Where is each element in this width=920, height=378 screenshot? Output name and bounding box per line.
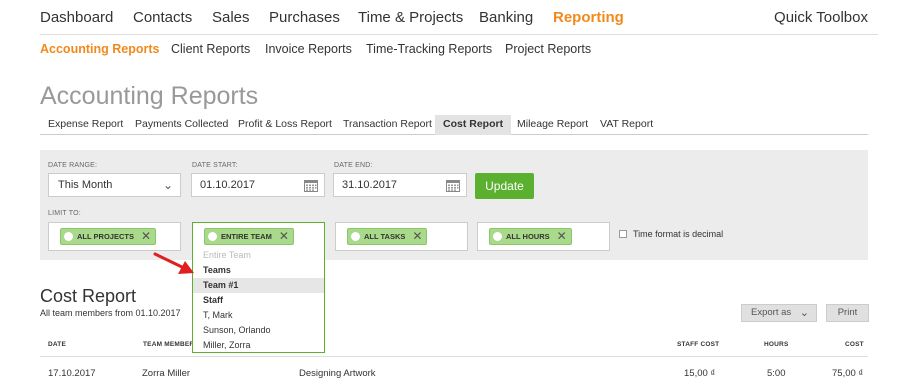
col-staff-cost: STAFF COST — [677, 341, 720, 348]
tag-dot-icon — [208, 232, 217, 241]
subnav-project-reports[interactable]: Project Reports — [505, 42, 591, 56]
subnav-accounting-reports[interactable]: Accounting Reports — [40, 42, 159, 56]
cell-date: 17.10.2017 — [48, 368, 96, 378]
col-hours: HOURS — [764, 341, 789, 348]
report-tabs: Expense Report Payments Collected Profit… — [40, 115, 868, 135]
tag-dot-icon — [351, 232, 360, 241]
tasks-filter[interactable]: ALL TASKS ✕ — [335, 222, 468, 251]
projects-tag: ALL PROJECTS ✕ — [60, 228, 157, 245]
nav-dashboard[interactable]: Dashboard — [40, 9, 113, 26]
dropdown-placeholder[interactable]: Entire Team — [193, 248, 324, 263]
report-title: Cost Report — [40, 286, 137, 306]
export-label: Export as — [751, 307, 792, 318]
tasks-tag: ALL TASKS ✕ — [347, 228, 428, 245]
print-button[interactable]: Print — [826, 304, 869, 322]
decimal-format-label: Time format is decimal — [633, 229, 724, 239]
tab-mileage-report[interactable]: Mileage Report — [509, 115, 596, 135]
report-subtitle: All team members from 01.10.2017 — [40, 308, 181, 318]
dropdown-option-staff[interactable]: Sunson, Orlando — [193, 323, 324, 338]
nav-reporting[interactable]: Reporting — [553, 9, 624, 26]
hours-tag-label: ALL HOURS — [506, 232, 550, 241]
tab-expense-report[interactable]: Expense Report — [40, 115, 131, 135]
nav-contacts[interactable]: Contacts — [133, 9, 192, 26]
col-date: DATE — [48, 341, 67, 348]
subnav-client-reports[interactable]: Client Reports — [171, 42, 250, 56]
quick-toolbox-link[interactable]: Quick Toolbox — [774, 9, 868, 26]
dropdown-option-staff[interactable]: T, Mark — [193, 308, 324, 323]
date-end-value: 31.10.2017 — [342, 179, 398, 191]
remove-tag-icon[interactable]: ✕ — [279, 229, 289, 244]
tasks-tag-label: ALL TASKS — [364, 232, 406, 241]
decimal-format-checkbox[interactable] — [619, 230, 627, 238]
hours-filter[interactable]: ALL HOURS ✕ — [477, 222, 610, 251]
filter-panel: DATE RANGE: This Month ⌄ DATE START: 01.… — [40, 150, 868, 260]
dropdown-option-staff[interactable]: Miller, Zorra — [193, 338, 324, 353]
cell-hours: 5:00 — [767, 368, 786, 378]
col-cost: COST — [845, 341, 864, 348]
tab-transaction-report[interactable]: Transaction Report — [335, 115, 440, 135]
tab-cost-report[interactable]: Cost Report — [435, 115, 512, 135]
nav-banking[interactable]: Banking — [479, 9, 533, 26]
remove-tag-icon[interactable]: ✕ — [557, 229, 567, 244]
table-header: DATE TEAM MEMBER STAFF COST HOURS COST — [40, 335, 868, 357]
projects-tag-label: ALL PROJECTS — [77, 232, 134, 241]
annotation-arrow-icon — [153, 252, 194, 274]
date-end-field[interactable]: 31.10.2017 — [333, 173, 467, 197]
date-range-select[interactable]: This Month ⌄ — [48, 173, 181, 197]
tag-dot-icon — [64, 232, 73, 241]
calendar-icon[interactable] — [304, 179, 318, 192]
cell-cost: 75,00 ₫ — [832, 368, 864, 378]
team-tag-label: ENTIRE TEAM — [221, 232, 272, 241]
remove-tag-icon[interactable]: ✕ — [141, 229, 151, 244]
subnav-time-tracking-reports[interactable]: Time-Tracking Reports — [366, 42, 492, 56]
date-range-label: DATE RANGE: — [48, 162, 98, 169]
chevron-down-icon: ⌄ — [162, 178, 173, 192]
limit-to-label: LIMIT TO: — [48, 210, 81, 217]
tab-vat-report[interactable]: VAT Report — [592, 115, 661, 135]
date-start-field[interactable]: 01.10.2017 — [191, 173, 325, 197]
cell-member: Zorra Miller — [142, 368, 191, 378]
tag-dot-icon — [493, 232, 502, 241]
update-button[interactable]: Update — [475, 173, 534, 199]
date-start-value: 01.10.2017 — [200, 179, 256, 191]
subnav-invoice-reports[interactable]: Invoice Reports — [265, 42, 352, 56]
calendar-icon[interactable] — [446, 179, 460, 192]
date-range-value: This Month — [58, 179, 113, 191]
nav-divider — [40, 34, 878, 35]
sub-nav: Accounting Reports Client Reports Invoic… — [0, 40, 920, 60]
dropdown-teams-header: Teams — [203, 265, 231, 275]
col-team-member: TEAM MEMBER — [143, 341, 195, 348]
remove-tag-icon[interactable]: ✕ — [412, 229, 422, 244]
nav-time-projects[interactable]: Time & Projects — [358, 9, 463, 26]
team-dropdown: Entire Team Teams Team #1 Staff T, Mark … — [192, 250, 325, 353]
nav-sales[interactable]: Sales — [212, 9, 250, 26]
export-button[interactable]: Export as ⌄ — [741, 304, 817, 322]
tab-profit-loss-report[interactable]: Profit & Loss Report — [230, 115, 340, 135]
tab-payments-collected[interactable]: Payments Collected — [127, 115, 236, 135]
projects-filter[interactable]: ALL PROJECTS ✕ — [48, 222, 181, 251]
date-start-label: DATE START: — [192, 162, 238, 169]
team-tag: ENTIRE TEAM ✕ — [204, 228, 294, 245]
dropdown-staff-header: Staff — [203, 295, 223, 305]
top-nav: Dashboard Contacts Sales Purchases Time … — [0, 0, 920, 35]
cell-staff-cost: 15,00 ₫ — [684, 368, 716, 378]
date-end-label: DATE END: — [334, 162, 373, 169]
cell-task: Designing Artwork — [299, 368, 376, 378]
hours-tag: ALL HOURS ✕ — [489, 228, 572, 245]
chevron-down-icon: ⌄ — [799, 307, 809, 319]
page-title: Accounting Reports — [40, 82, 259, 110]
dropdown-option-team-1[interactable]: Team #1 — [193, 278, 324, 293]
nav-purchases[interactable]: Purchases — [269, 9, 340, 26]
